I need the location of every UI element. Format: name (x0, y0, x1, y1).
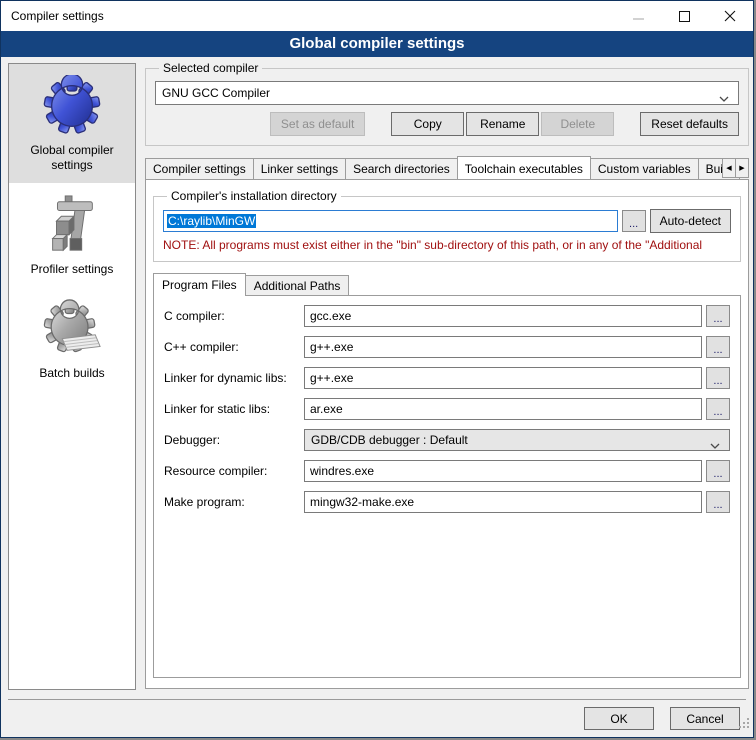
toolchain-executables-page: Compiler's installation directory C:\ray… (145, 179, 749, 689)
bin-subdirectory-note: NOTE: All programs must exist either in … (163, 238, 731, 252)
auto-detect-button[interactable]: Auto-detect (650, 209, 731, 233)
chevron-down-icon (710, 438, 720, 452)
make-program-row: Make program: ... (164, 491, 730, 513)
resource-compiler-row: Resource compiler: ... (164, 460, 730, 482)
minimize-button[interactable] (615, 1, 661, 31)
title-bar: Compiler settings (1, 1, 753, 31)
arrow-left-icon: ◀ (726, 164, 731, 172)
browse-button[interactable]: ... (706, 367, 730, 389)
installation-directory-input[interactable]: C:\raylib\MinGW (163, 210, 618, 232)
maximize-button[interactable] (661, 1, 707, 31)
compiler-select-value: GNU GCC Compiler (162, 86, 270, 100)
tab-toolchain-executables[interactable]: Toolchain executables (457, 156, 591, 179)
static-linker-label: Linker for static libs: (164, 402, 304, 416)
copy-button[interactable]: Copy (391, 112, 464, 136)
debugger-select-value: GDB/CDB debugger : Default (311, 433, 468, 447)
resize-grip[interactable] (738, 716, 750, 734)
subtab-program-files[interactable]: Program Files (153, 273, 246, 296)
compiler-buttons-row: Set as default Copy Rename Delete Reset … (155, 112, 739, 136)
installation-directory-group-label: Compiler's installation directory (167, 189, 341, 203)
tab-linker-settings[interactable]: Linker settings (253, 158, 346, 179)
tab-search-directories[interactable]: Search directories (345, 158, 458, 179)
reset-defaults-button[interactable]: Reset defaults (640, 112, 739, 136)
sidebar-item-global-compiler-settings[interactable]: Global compiler settings (9, 64, 135, 183)
tab-compiler-settings[interactable]: Compiler settings (145, 158, 254, 179)
arrow-right-icon: ▶ (739, 164, 744, 172)
chevron-down-icon (719, 91, 729, 105)
cpp-compiler-label: C++ compiler: (164, 340, 304, 354)
debugger-select[interactable]: GDB/CDB debugger : Default (304, 429, 730, 451)
resource-compiler-label: Resource compiler: (164, 464, 304, 478)
maximize-icon (679, 11, 690, 22)
dynamic-linker-input[interactable] (304, 367, 702, 389)
browse-button[interactable]: ... (706, 460, 730, 482)
browse-button[interactable]: ... (706, 305, 730, 327)
sidebar-item-label: Global compiler settings (13, 143, 131, 173)
static-linker-row: Linker for static libs: ... (164, 398, 730, 420)
resource-compiler-input[interactable] (304, 460, 702, 482)
caliper-icon (13, 193, 131, 257)
cpp-compiler-row: C++ compiler: ... (164, 336, 730, 358)
browse-directory-button[interactable]: ... (622, 210, 646, 232)
minimize-icon (633, 11, 644, 22)
blue-gear-icon (13, 74, 131, 138)
set-as-default-button[interactable]: Set as default (270, 112, 365, 136)
gray-gear-stack-icon (13, 297, 131, 361)
caption-buttons (615, 1, 753, 31)
window-title: Compiler settings (1, 9, 104, 23)
dialog-banner-title: Global compiler settings (1, 31, 753, 57)
installation-directory-group: Compiler's installation directory C:\ray… (153, 189, 741, 262)
ok-button[interactable]: OK (584, 707, 654, 730)
compiler-select[interactable]: GNU GCC Compiler (155, 81, 739, 105)
subtab-additional-paths[interactable]: Additional Paths (245, 275, 350, 295)
c-compiler-row: C compiler: ... (164, 305, 730, 327)
program-files-page: C compiler: ... C++ compiler: ... Linker… (153, 295, 741, 678)
cancel-button[interactable]: Cancel (670, 707, 740, 730)
browse-button[interactable]: ... (706, 491, 730, 513)
browse-button[interactable]: ... (706, 398, 730, 420)
selected-compiler-group-label: Selected compiler (159, 61, 262, 75)
main-panel: Selected compiler GNU GCC Compiler Set a… (145, 61, 749, 689)
installation-directory-row: C:\raylib\MinGW ... Auto-detect (163, 209, 731, 233)
make-program-label: Make program: (164, 495, 304, 509)
sidebar-item-label: Profiler settings (13, 262, 131, 277)
sidebar-item-profiler-settings[interactable]: Profiler settings (9, 183, 135, 287)
c-compiler-label: C compiler: (164, 309, 304, 323)
footer-buttons: OK Cancel (584, 707, 740, 730)
delete-button[interactable]: Delete (541, 112, 614, 136)
cpp-compiler-input[interactable] (304, 336, 702, 358)
tab-scroll-right-button[interactable]: ▶ (735, 158, 749, 178)
installation-directory-value: C:\raylib\MinGW (167, 214, 256, 228)
footer-divider (8, 699, 746, 700)
program-files-tab-bar: Program Files Additional Paths (153, 272, 741, 295)
sidebar-item-label: Batch builds (13, 366, 131, 381)
compiler-settings-dialog: Compiler settings Global compiler settin… (0, 0, 754, 738)
debugger-row: Debugger: GDB/CDB debugger : Default (164, 429, 730, 451)
close-button[interactable] (707, 1, 753, 31)
make-program-input[interactable] (304, 491, 702, 513)
browse-button[interactable]: ... (706, 336, 730, 358)
selected-compiler-group: Selected compiler GNU GCC Compiler Set a… (145, 61, 749, 146)
sidebar-item-batch-builds[interactable]: Batch builds (9, 287, 135, 391)
c-compiler-input[interactable] (304, 305, 702, 327)
dynamic-linker-row: Linker for dynamic libs: ... (164, 367, 730, 389)
debugger-label: Debugger: (164, 433, 304, 447)
tab-scroll-buttons: ◀ ▶ (723, 158, 749, 178)
dynamic-linker-label: Linker for dynamic libs: (164, 371, 304, 385)
settings-category-list: Global compiler settings (8, 63, 136, 690)
static-linker-input[interactable] (304, 398, 702, 420)
tab-scroll-left-button[interactable]: ◀ (722, 158, 736, 178)
rename-button[interactable]: Rename (466, 112, 539, 136)
dialog-body: Global compiler settings (1, 57, 753, 737)
settings-tab-bar: Compiler settings Linker settings Search… (145, 155, 749, 179)
tab-custom-variables[interactable]: Custom variables (590, 158, 699, 179)
close-icon (724, 10, 736, 22)
